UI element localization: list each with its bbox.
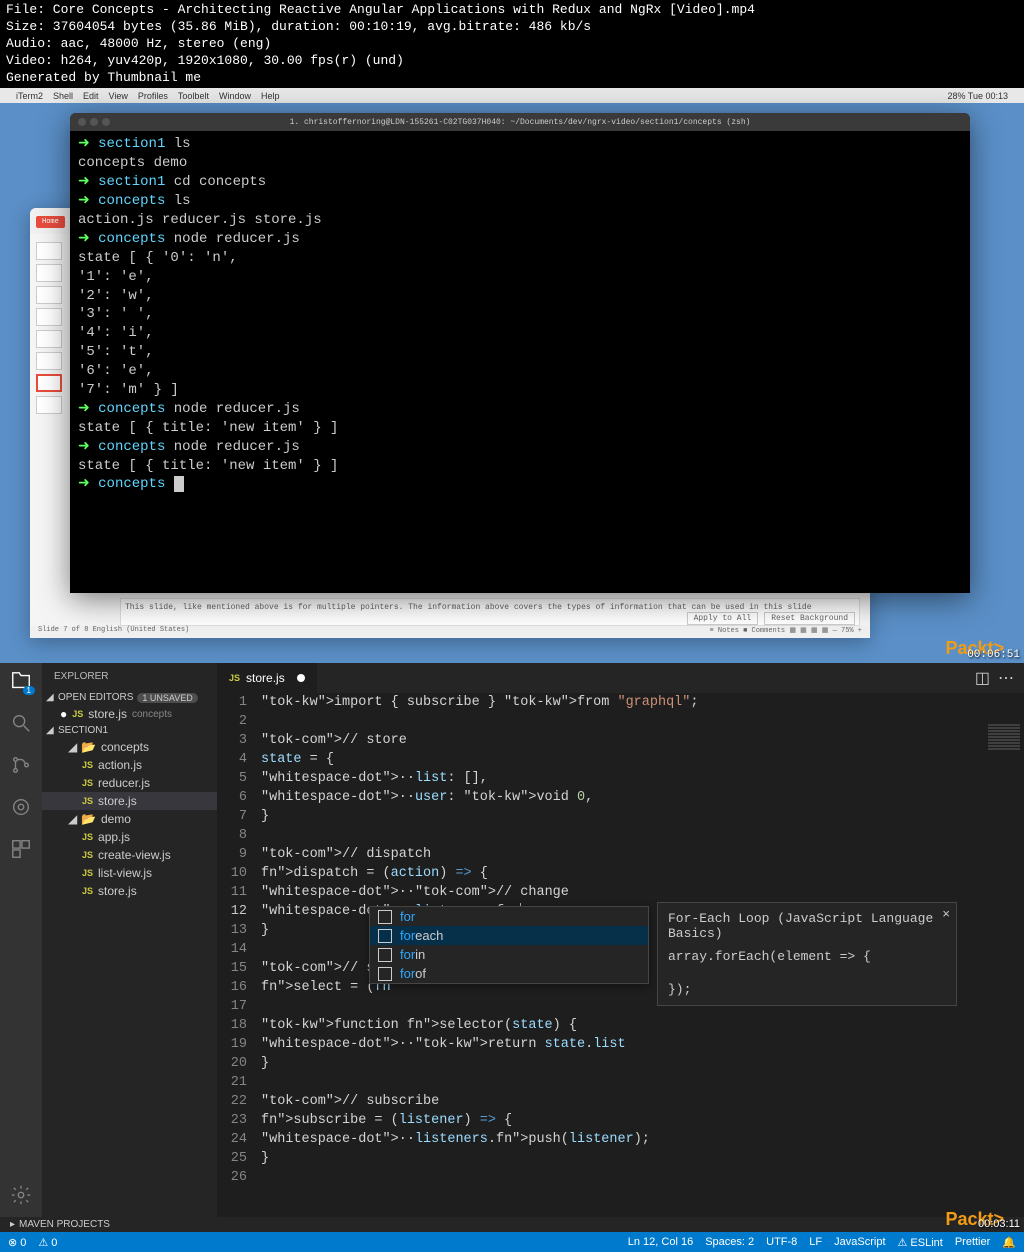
unsaved-badge: 1 UNSAVED bbox=[137, 693, 197, 703]
terminal-title: 1. christoffernoring@LDN-155261-C02TG037… bbox=[290, 118, 751, 127]
ppt-thumbnails bbox=[30, 238, 70, 418]
settings-icon[interactable] bbox=[9, 1183, 33, 1207]
app-name[interactable]: iTerm2 bbox=[16, 91, 43, 101]
window-controls[interactable] bbox=[78, 118, 110, 126]
video-line: Video: h264, yuv420p, 1920x1080, 30.00 f… bbox=[6, 53, 1018, 70]
status-bar: ⊗ 0 ⚠ 0 Ln 12, Col 16 Spaces: 2 UTF-8 LF… bbox=[0, 1232, 1024, 1252]
file-action-js[interactable]: JSaction.js bbox=[42, 756, 217, 774]
status-prettier[interactable]: Prettier bbox=[955, 1236, 990, 1249]
close-icon[interactable]: × bbox=[942, 907, 950, 922]
split-editor-icon[interactable]: ◫ bbox=[975, 668, 990, 688]
menu-profiles[interactable]: Profiles bbox=[138, 91, 168, 101]
file-create-view-js[interactable]: JScreate-view.js bbox=[42, 846, 217, 864]
maven-section[interactable]: ▸MAVEN PROJECTS bbox=[0, 1217, 1024, 1232]
extensions-icon[interactable] bbox=[9, 837, 33, 861]
ppt-thumb-7[interactable] bbox=[36, 374, 62, 392]
doc-body-1: array.forEach(element => { bbox=[668, 949, 871, 964]
debug-icon[interactable] bbox=[9, 795, 33, 819]
generated-line: Generated by Thumbnail me bbox=[6, 70, 1018, 87]
menu-help[interactable]: Help bbox=[261, 91, 280, 101]
ac-item-foreach[interactable]: foreach bbox=[370, 926, 648, 945]
file-demo-store-js[interactable]: JSstore.js bbox=[42, 882, 217, 900]
video-metadata: File: Core Concepts - Architecting React… bbox=[0, 0, 1024, 88]
ppt-thumb-4[interactable] bbox=[36, 308, 62, 326]
audio-line: Audio: aac, 48000 Hz, stereo (eng) bbox=[6, 36, 1018, 53]
status-language[interactable]: JavaScript bbox=[834, 1236, 885, 1249]
status-errors[interactable]: ⊗ 0 bbox=[8, 1236, 26, 1249]
activity-bar: 1 bbox=[0, 663, 42, 1217]
ppt-statusbar: Slide 7 of 8 English (United States) ≡ N… bbox=[30, 626, 870, 638]
terminal-window[interactable]: 1. christoffernoring@LDN-155261-C02TG037… bbox=[70, 113, 970, 593]
ppt-notes-text: This slide, like mentioned above is for … bbox=[125, 603, 812, 612]
status-eslint[interactable]: ⚠ ESLint bbox=[898, 1236, 943, 1249]
ppt-thumb-2[interactable] bbox=[36, 264, 62, 282]
ppt-status-left: Slide 7 of 8 English (United States) bbox=[38, 626, 189, 638]
explorer-icon[interactable]: 1 bbox=[9, 669, 33, 693]
size-line: Size: 37604054 bytes (35.86 MiB), durati… bbox=[6, 19, 1018, 36]
menu-edit[interactable]: Edit bbox=[83, 91, 99, 101]
doc-body-2: }); bbox=[668, 982, 691, 997]
ac-item-forof[interactable]: forof bbox=[370, 964, 648, 983]
ppt-thumb-5[interactable] bbox=[36, 330, 62, 348]
ppt-status-right: ≡ Notes ■ Comments ▦ ▦ ▦ ▦ — 75% + bbox=[710, 626, 862, 638]
doc-title: For-Each Loop (JavaScript Language Basic… bbox=[668, 911, 946, 941]
status-position[interactable]: Ln 12, Col 16 bbox=[628, 1236, 693, 1249]
line-gutter: 1234567891011121314151617181920212223242… bbox=[217, 693, 261, 1217]
terminal-body[interactable]: ➜ section1 lsconcepts demo➜ section1 cd … bbox=[70, 131, 970, 498]
timestamp-top: 00:06:51 bbox=[967, 649, 1020, 661]
upper-screenshot: iTerm2 Shell Edit View Profiles Toolbelt… bbox=[0, 88, 1024, 663]
tab-bar: JS store.js ◫ ⋯ bbox=[217, 663, 1024, 693]
menu-view[interactable]: View bbox=[109, 91, 128, 101]
status-eol[interactable]: LF bbox=[809, 1236, 822, 1249]
ac-item-for[interactable]: for bbox=[370, 907, 648, 926]
ppt-thumb-3[interactable] bbox=[36, 286, 62, 304]
ac-item-forin[interactable]: forin bbox=[370, 945, 648, 964]
ppt-thumb-6[interactable] bbox=[36, 352, 62, 370]
ppt-apply-button[interactable]: Apply to All bbox=[687, 612, 759, 625]
menu-toolbelt[interactable]: Toolbelt bbox=[178, 91, 209, 101]
file-store-js[interactable]: JSstore.js bbox=[42, 792, 217, 810]
ppt-thumb-8[interactable] bbox=[36, 396, 62, 414]
file-line: File: Core Concepts - Architecting React… bbox=[6, 2, 1018, 19]
documentation-popup: × For-Each Loop (JavaScript Language Bas… bbox=[657, 902, 957, 1006]
menu-shell[interactable]: Shell bbox=[53, 91, 73, 101]
editor-area: JS store.js ◫ ⋯ 123456789101112131415161… bbox=[217, 663, 1024, 1217]
tab-actions: ◫ ⋯ bbox=[975, 668, 1024, 688]
open-editors-section[interactable]: ◢ OPEN EDITORS 1 UNSAVED bbox=[42, 690, 217, 705]
ppt-notes: This slide, like mentioned above is for … bbox=[120, 598, 860, 626]
status-encoding[interactable]: UTF-8 bbox=[766, 1236, 797, 1249]
explorer-title: EXPLORER bbox=[42, 663, 217, 690]
terminal-titlebar: 1. christoffernoring@LDN-155261-C02TG037… bbox=[70, 113, 970, 131]
explorer-badge: 1 bbox=[23, 686, 35, 695]
workspace-section[interactable]: ◢SECTION1 bbox=[42, 723, 217, 738]
explorer-sidebar: EXPLORER ◢ OPEN EDITORS 1 UNSAVED ●JS st… bbox=[42, 663, 217, 1217]
status-warnings[interactable]: ⚠ 0 bbox=[38, 1236, 57, 1249]
mac-menubar: iTerm2 Shell Edit View Profiles Toolbelt… bbox=[0, 88, 1024, 103]
status-bell-icon[interactable]: 🔔 bbox=[1002, 1236, 1016, 1249]
vscode-window: 1 EXPLORER ◢ OPEN EDITORS 1 UN bbox=[0, 663, 1024, 1252]
ppt-home-tab[interactable]: Home bbox=[36, 216, 65, 228]
file-reducer-js[interactable]: JSreducer.js bbox=[42, 774, 217, 792]
dirty-indicator-icon bbox=[297, 674, 305, 682]
file-app-js[interactable]: JSapp.js bbox=[42, 828, 217, 846]
autocomplete-popup[interactable]: for foreach forin forof bbox=[369, 906, 649, 984]
menu-window[interactable]: Window bbox=[219, 91, 251, 101]
minimap[interactable] bbox=[984, 723, 1024, 923]
folder-demo[interactable]: ◢📂demo bbox=[42, 810, 217, 828]
ppt-thumb-1[interactable] bbox=[36, 242, 62, 260]
open-editor-file[interactable]: ●JS store.js concepts bbox=[42, 705, 217, 723]
menubar-right: 28% Tue 00:13 bbox=[947, 91, 1008, 101]
folder-concepts[interactable]: ◢📂concepts bbox=[42, 738, 217, 756]
more-actions-icon[interactable]: ⋯ bbox=[998, 668, 1014, 688]
search-icon[interactable] bbox=[9, 711, 33, 735]
file-list-view-js[interactable]: JSlist-view.js bbox=[42, 864, 217, 882]
status-spaces[interactable]: Spaces: 2 bbox=[705, 1236, 754, 1249]
timestamp-bottom: 00:03:11 bbox=[978, 1218, 1020, 1230]
ppt-reset-button[interactable]: Reset Background bbox=[764, 612, 855, 625]
tab-store-js[interactable]: JS store.js bbox=[217, 663, 317, 693]
source-control-icon[interactable] bbox=[9, 753, 33, 777]
